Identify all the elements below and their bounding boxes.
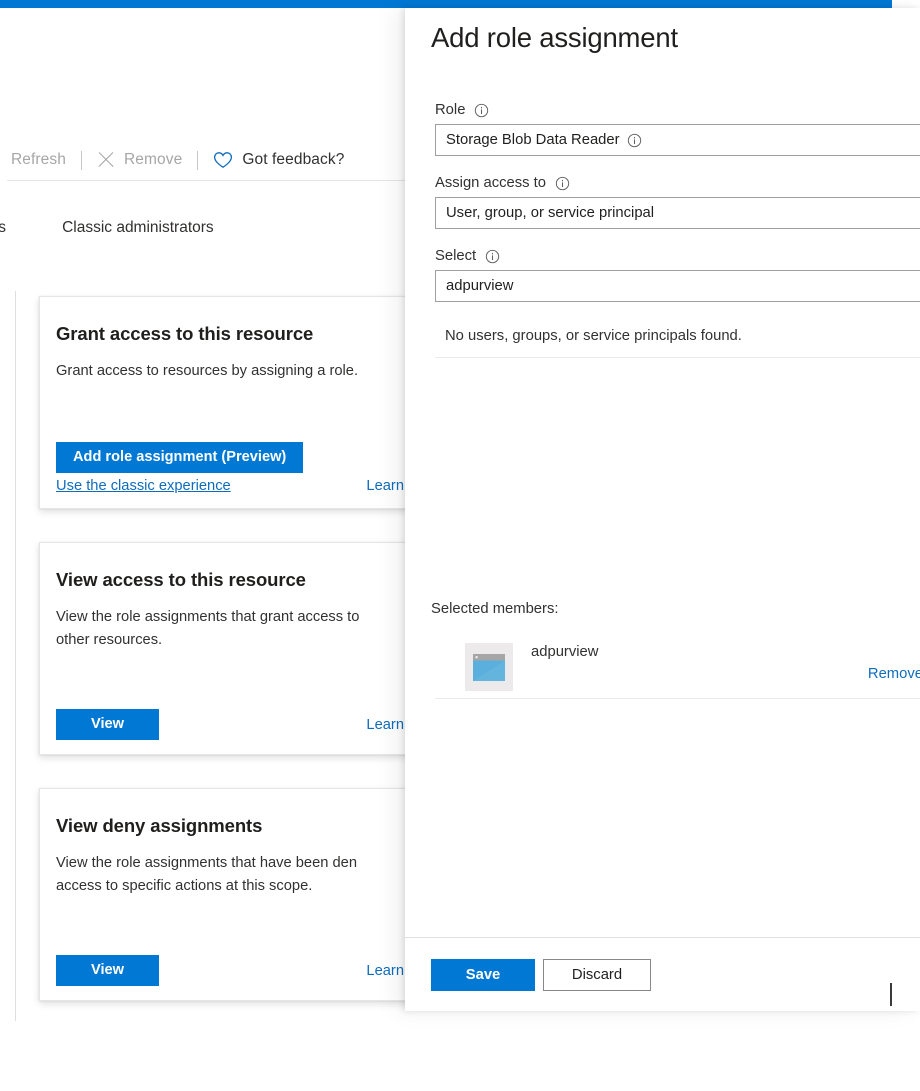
field-role: Role Storage Blob Data Reader — [435, 102, 920, 156]
add-role-assignment-button[interactable]: Add role assignment (Preview) — [56, 442, 303, 473]
command-bar-underline — [7, 180, 405, 181]
assign-access-to-dropdown[interactable]: User, group, or service principal — [435, 197, 920, 229]
info-icon[interactable] — [627, 133, 642, 148]
refresh-label: Refresh — [11, 151, 66, 169]
blade-title: Add role assignment — [431, 22, 920, 54]
learn-more-link[interactable]: Learn — [366, 717, 404, 733]
selected-member-name: adpurview — [531, 644, 598, 660]
add-role-assignment-blade: Add role assignment Role Storage Blob Da… — [405, 8, 920, 1011]
assign-access-to-value: User, group, or service principal — [446, 205, 654, 221]
background-portal-page: Refresh Remove Got feedback? ts Classic — [0, 8, 405, 1091]
field-select: Select adpurview — [435, 248, 920, 302]
card-grant-access: Grant access to this resource Grant acce… — [39, 296, 405, 509]
use-classic-experience-link[interactable]: Use the classic experience — [56, 478, 303, 494]
portal-accent-bar — [0, 0, 892, 8]
card-title: View access to this resource — [56, 569, 405, 591]
text-caret — [890, 983, 892, 1006]
card-footer: View Learn — [56, 709, 404, 740]
page-tabs: ts Classic administrators — [0, 211, 405, 245]
save-button[interactable]: Save — [431, 959, 535, 991]
info-icon[interactable] — [555, 176, 570, 191]
close-x-icon — [97, 151, 115, 169]
card-view-deny-assignments: View deny assignments View the role assi… — [39, 788, 405, 1001]
screen-root: Refresh Remove Got feedback? ts Classic — [0, 0, 920, 1091]
selected-members-label: Selected members: — [431, 601, 920, 617]
card-description: View the role assignments that grant acc… — [56, 606, 402, 652]
got-feedback-label: Got feedback? — [242, 151, 344, 169]
field-label: Select — [435, 248, 476, 264]
card-description: View the role assignments that have been… — [56, 852, 402, 898]
selected-member-row: adpurview Remove — [435, 636, 920, 699]
view-access-button[interactable]: View — [56, 709, 159, 740]
command-bar-divider — [197, 151, 198, 170]
field-label: Role — [435, 102, 465, 118]
card-title: View deny assignments — [56, 815, 405, 837]
select-principal-value: adpurview — [446, 278, 513, 294]
learn-more-link[interactable]: Learn — [366, 478, 404, 494]
card-footer: View Learn — [56, 955, 404, 986]
refresh-button[interactable]: Refresh — [0, 142, 77, 178]
field-label-row: Role — [435, 102, 920, 118]
content-rail-line-outer — [15, 291, 16, 1021]
tab-classic-administrators[interactable]: Classic administrators — [53, 219, 223, 237]
remove-label: Remove — [124, 151, 182, 169]
field-label-row: Select — [435, 248, 920, 264]
field-assign-access-to: Assign access to User, group, or service… — [435, 175, 920, 229]
role-dropdown[interactable]: Storage Blob Data Reader — [435, 124, 920, 156]
remove-button[interactable]: Remove — [86, 142, 193, 178]
search-results-empty-message: No users, groups, or service principals … — [435, 318, 920, 358]
blade-footer: Save Discard — [405, 937, 920, 1011]
select-principal-input[interactable]: adpurview — [435, 270, 920, 302]
card-view-access: View access to this resource View the ro… — [39, 542, 405, 755]
remove-member-link[interactable]: Remove — [868, 666, 920, 682]
role-value: Storage Blob Data Reader — [446, 132, 620, 148]
view-deny-assignments-button[interactable]: View — [56, 955, 159, 986]
got-feedback-button[interactable]: Got feedback? — [202, 142, 355, 178]
heart-icon — [213, 151, 233, 169]
field-label: Assign access to — [435, 175, 546, 191]
service-principal-icon — [465, 643, 513, 691]
card-title: Grant access to this resource — [56, 323, 405, 345]
info-icon[interactable] — [485, 249, 500, 264]
card-actions: Add role assignment (Preview) Use the cl… — [56, 442, 303, 494]
card-description: Grant access to resources by assigning a… — [56, 360, 402, 383]
command-bar-divider — [81, 151, 82, 170]
tab-role-assignments-clipped[interactable]: ts — [0, 219, 15, 237]
info-icon[interactable] — [474, 103, 489, 118]
field-label-row: Assign access to — [435, 175, 920, 191]
discard-button[interactable]: Discard — [543, 959, 651, 991]
command-bar: Refresh Remove Got feedback? — [0, 142, 405, 178]
learn-more-link[interactable]: Learn — [366, 963, 404, 979]
card-footer: Add role assignment (Preview) Use the cl… — [56, 442, 404, 494]
